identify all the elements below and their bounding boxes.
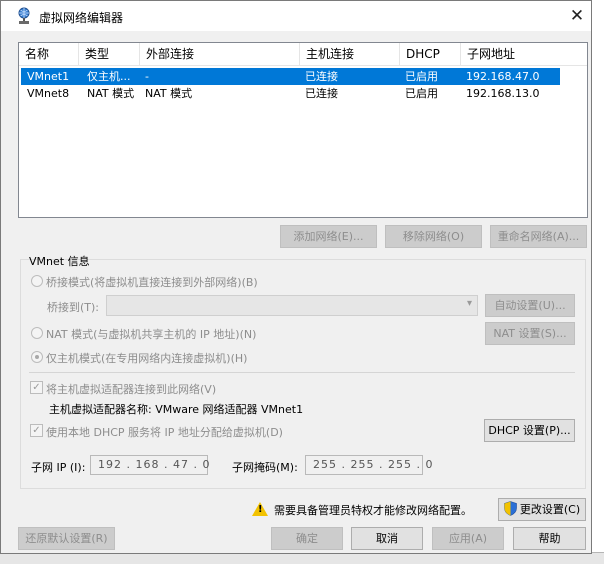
connect-adapter-label: 将主机虚拟适配器连接到此网络(V) [46,383,217,396]
help-button[interactable]: 帮助 [513,527,586,550]
nat-mode-label: NAT 模式(与虚拟机共享主机的 IP 地址)(N) [46,328,257,341]
bridge-to-select[interactable]: ▾ [106,295,478,316]
admin-warning-text: 需要具备管理员特权才能修改网络配置。 [274,504,472,517]
row-name: VMnet8 [27,87,70,100]
add-network-button[interactable]: 添加网络(E)... [280,225,377,248]
virtual-network-editor-dialog: 虚拟网络编辑器 ✕ 名称 类型 外部连接 主机连接 DHCP 子网地址 VMne… [0,0,592,554]
row-subnet: 192.168.13.0 [466,87,540,100]
vmware-network-icon [18,7,30,24]
host-only-mode-radio[interactable] [31,351,43,363]
row-dhcp: 已启用 [405,70,438,83]
bridged-mode-label: 桥接模式(将虚拟机直接连接到外部网络)(B) [46,276,258,289]
subnet-mask-input[interactable]: 255 . 255 . 255 . 0 [305,455,432,475]
network-list-table[interactable]: 名称 类型 外部连接 主机连接 DHCP 子网地址 VMnet1 仅主机... … [18,42,588,218]
checkmark-icon: ✓ [32,382,41,393]
shield-icon [504,501,517,516]
change-settings-label: 更改设置(C) [519,503,581,516]
nat-settings-button[interactable]: NAT 设置(S)... [485,322,575,345]
warning-mark: ! [258,504,263,515]
table-header: 名称 类型 外部连接 主机连接 DHCP 子网地址 [19,43,587,66]
ok-button[interactable]: 确定 [271,527,343,550]
dhcp-checkbox[interactable]: ✓ [30,424,43,437]
row-type: NAT 模式 [87,87,135,100]
chevron-down-icon: ▾ [466,298,472,309]
row-external: NAT 模式 [145,87,193,100]
background-window-edge [590,0,604,564]
nat-mode-radio[interactable] [31,327,43,339]
remove-network-button[interactable]: 移除网络(O) [385,225,482,248]
host-only-mode-label: 仅主机模式(在专用网络内连接虚拟机)(H) [46,352,248,365]
close-button[interactable]: ✕ [566,5,588,27]
row-host: 已连接 [305,87,338,100]
subnet-ip-label: 子网 IP (I): [31,461,86,474]
column-header-name[interactable]: 名称 [19,43,79,66]
column-header-subnet[interactable]: 子网地址 [461,43,561,66]
group-separator [29,372,575,373]
row-subnet: 192.168.47.0 [466,70,540,83]
subnet-mask-label: 子网掩码(M): [232,461,298,474]
column-header-external[interactable]: 外部连接 [140,43,300,66]
column-header-host[interactable]: 主机连接 [300,43,400,66]
row-dhcp: 已启用 [405,87,438,100]
dialog-title: 虚拟网络编辑器 [39,11,124,25]
column-header-type[interactable]: 类型 [79,43,140,66]
subnet-ip-input[interactable]: 192 . 168 . 47 . 0 [90,455,209,475]
cancel-button[interactable]: 取消 [351,527,423,550]
row-type: 仅主机... [87,70,131,83]
bridge-to-label: 桥接到(T): [47,301,100,314]
apply-button[interactable]: 应用(A) [432,527,504,550]
row-host: 已连接 [305,70,338,83]
row-external: - [145,70,149,83]
dhcp-settings-button[interactable]: DHCP 设置(P)... [484,419,575,442]
column-header-dhcp[interactable]: DHCP [400,43,461,66]
adapter-name-text: 主机虚拟适配器名称: VMware 网络适配器 VMnet1 [49,403,304,416]
vmnet-info-label: VMnet 信息 [29,255,90,268]
bridged-mode-radio[interactable] [31,275,43,287]
table-row[interactable]: VMnet8 NAT 模式 NAT 模式 已连接 已启用 192.168.13.… [21,85,560,102]
restore-defaults-button[interactable]: 还原默认设置(R) [18,527,115,550]
table-row[interactable]: VMnet1 仅主机... - 已连接 已启用 192.168.47.0 [21,68,560,85]
rename-network-button[interactable]: 重命名网络(A)... [490,225,587,248]
connect-adapter-checkbox[interactable]: ✓ [30,381,43,394]
title-bar: 虚拟网络编辑器 ✕ [1,1,591,31]
close-icon: ✕ [569,6,585,26]
auto-settings-button[interactable]: 自动设置(U)... [485,294,575,317]
checkmark-icon: ✓ [32,425,41,436]
dhcp-label: 使用本地 DHCP 服务将 IP 地址分配给虚拟机(D) [46,426,283,439]
row-name: VMnet1 [27,70,70,83]
